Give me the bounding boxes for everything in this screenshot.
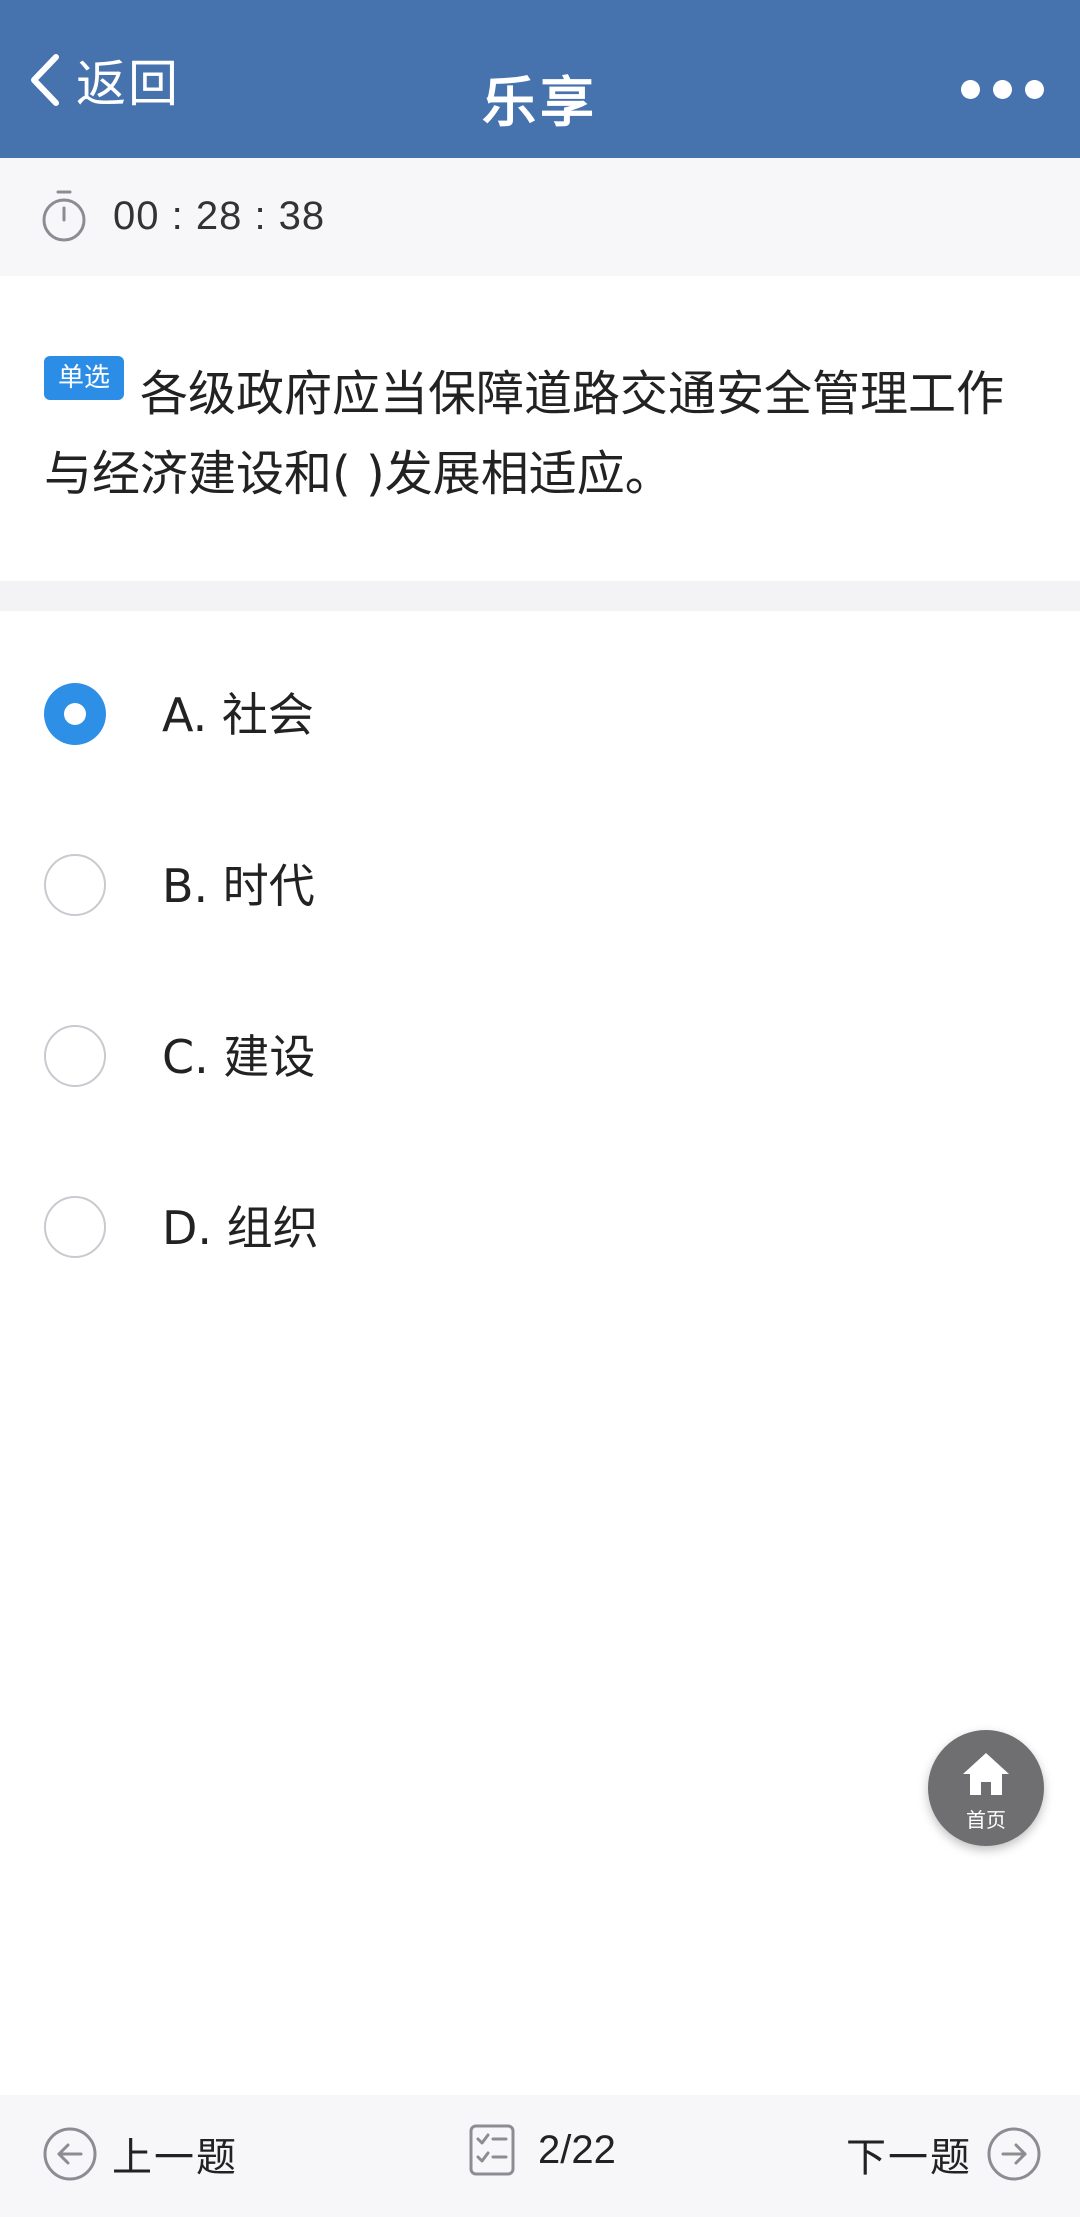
next-question-button[interactable]: 下一题 <box>846 2125 1042 2183</box>
option-c[interactable]: C. 建设 <box>0 993 1080 1123</box>
more-menu-button[interactable] <box>961 80 1044 99</box>
option-d[interactable]: D. 组织 <box>0 1164 1080 1294</box>
timer-bar: 00 : 28 : 38 <box>0 158 1080 276</box>
previous-label: 上一题 <box>112 2135 238 2181</box>
page-title: 乐享 <box>482 71 598 134</box>
previous-question-button[interactable]: 上一题 <box>42 2125 238 2183</box>
radio-unchecked-icon[interactable] <box>44 1025 106 1087</box>
option-label: A. 社会 <box>162 688 314 742</box>
home-label: 首页 <box>966 1808 1006 1832</box>
question-progress: 2/22 <box>538 2127 616 2172</box>
option-label: D. 组织 <box>162 1201 319 1255</box>
radio-checked-icon[interactable] <box>44 683 106 745</box>
option-label: C. 建设 <box>162 1030 316 1084</box>
more-dot-icon <box>993 80 1012 99</box>
next-label: 下一题 <box>846 2135 972 2181</box>
section-divider <box>0 581 1080 611</box>
arrow-left-circle-icon <box>43 2127 97 2181</box>
question-body: 单选 各级政府应当保障道路交通安全管理工作与经济建设和( )发展相适应。 <box>44 354 1044 514</box>
question-card: 单选 各级政府应当保障道路交通安全管理工作与经济建设和( )发展相适应。 <box>0 276 1080 581</box>
home-floating-button[interactable]: 首页 <box>928 1730 1044 1846</box>
stopwatch-icon <box>42 190 86 242</box>
quiz-page: 返回 乐享 00 : 28 : 38 单选 各级政府应当保障道路交通安全管理工作与… <box>0 0 1080 2217</box>
radio-unchecked-icon[interactable] <box>44 854 106 916</box>
option-label: B. 时代 <box>162 859 315 913</box>
timer-value: 00 : 28 : 38 <box>113 194 326 238</box>
question-list-button[interactable]: 2/22 <box>468 2123 616 2177</box>
more-dot-icon <box>1025 80 1044 99</box>
home-icon <box>963 1753 1009 1795</box>
arrow-right-circle-icon <box>987 2127 1041 2181</box>
question-type-badge: 单选 <box>44 356 125 400</box>
radio-unchecked-icon[interactable] <box>44 1196 106 1258</box>
question-text: 各级政府应当保障道路交通安全管理工作与经济建设和( )发展相适应。 <box>44 366 1005 502</box>
checklist-icon <box>469 2124 515 2176</box>
top-nav-bar: 返回 乐享 <box>0 0 1080 158</box>
more-dot-icon <box>961 80 980 99</box>
option-b[interactable]: B. 时代 <box>0 822 1080 952</box>
bottom-nav-bar: 上一题 2/22 下一题 <box>0 2095 1080 2217</box>
option-a[interactable]: A. 社会 <box>0 651 1080 781</box>
